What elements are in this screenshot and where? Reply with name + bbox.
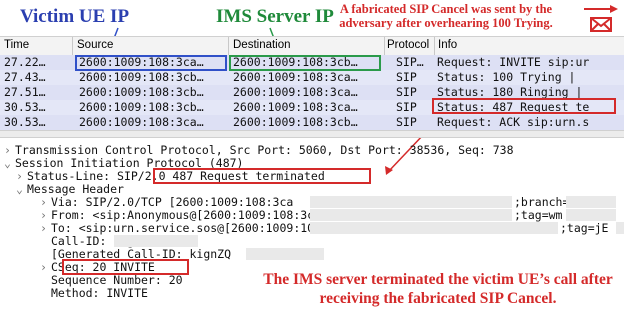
arrow-right-icon xyxy=(584,5,618,13)
packet-source: 2600:1009:108:3ca… xyxy=(79,115,204,129)
victim-ip-highlight xyxy=(75,55,227,71)
packet-list-header: Time Source Destination Protocol Info xyxy=(0,36,624,56)
redaction-mask xyxy=(114,235,198,247)
packet-protocol: SIP xyxy=(396,70,417,84)
packet-info: Request: ACK sip:urn.s xyxy=(437,115,590,129)
packet-protocol: SIP xyxy=(396,85,417,99)
redaction-mask xyxy=(246,248,324,260)
to-tag: ;tag=jE xyxy=(560,221,609,235)
redaction-mask xyxy=(616,222,624,234)
collapse-chevron-icon[interactable]: ⌄ xyxy=(16,183,27,196)
redaction-mask xyxy=(566,196,616,208)
packet-info: Status: 100 Trying | xyxy=(437,70,576,84)
column-source[interactable]: Source xyxy=(77,39,113,51)
ims-ip-highlight xyxy=(229,55,381,71)
method[interactable]: Method: INVITE xyxy=(51,287,148,300)
column-destination[interactable]: Destination xyxy=(233,39,291,51)
pane-divider[interactable] xyxy=(0,130,624,138)
redaction-mask xyxy=(310,209,512,221)
from-tag: ;tag=wm xyxy=(514,208,563,222)
packet-row[interactable]: 30.53… 2600:1009:108:3ca… 2600:1009:108:… xyxy=(0,115,624,130)
collapse-chevron-icon[interactable]: ⌄ xyxy=(4,157,15,170)
column-time[interactable]: Time xyxy=(4,39,29,51)
cseq-highlight xyxy=(62,259,189,275)
packet-destination: 2600:1009:108:3ca… xyxy=(233,70,358,84)
terminated-note: The IMS server terminated the victim UE’… xyxy=(263,271,613,307)
packet-info: Request: INVITE sip:ur xyxy=(437,55,590,69)
victim-ue-ip-label: Victim UE IP xyxy=(20,6,130,27)
packet-destination: 2600:1009:108:3ca… xyxy=(233,100,358,114)
redaction-mask xyxy=(310,222,558,234)
packet-time: 30.53… xyxy=(4,100,46,114)
column-protocol[interactable]: Protocol xyxy=(387,39,429,51)
packet-time: 27.51… xyxy=(4,85,46,99)
redaction-mask xyxy=(566,209,616,221)
envelope-icon xyxy=(590,17,612,32)
packet-time: 27.43… xyxy=(4,70,46,84)
packet-destination: 2600:1009:108:3cb… xyxy=(233,115,358,129)
packet-source: 2600:1009:108:3cb… xyxy=(79,100,204,114)
expand-chevron-icon[interactable]: › xyxy=(40,222,51,235)
column-info[interactable]: Info xyxy=(438,39,457,51)
packet-protocol: SIP… xyxy=(396,55,424,69)
status-line-highlight xyxy=(153,168,371,184)
packet-time: 27.22… xyxy=(4,55,46,69)
status-487-highlight xyxy=(432,98,616,114)
ims-server-ip-label: IMS Server IP xyxy=(216,6,334,27)
packet-source: 2600:1009:108:3cb… xyxy=(79,85,204,99)
redaction-mask xyxy=(310,196,512,208)
fabricated-cancel-note: A fabricated SIP Cancel was sent by the … xyxy=(339,2,553,30)
packet-source: 2600:1009:108:3cb… xyxy=(79,70,204,84)
packet-row[interactable]: 27.43… 2600:1009:108:3cb… 2600:1009:108:… xyxy=(0,70,624,85)
expand-chevron-icon[interactable]: › xyxy=(40,261,51,274)
packet-time: 30.53… xyxy=(4,115,46,129)
packet-protocol: SIP xyxy=(396,115,417,129)
packet-destination: 2600:1009:108:3ca… xyxy=(233,85,358,99)
packet-protocol: SIP xyxy=(396,100,417,114)
